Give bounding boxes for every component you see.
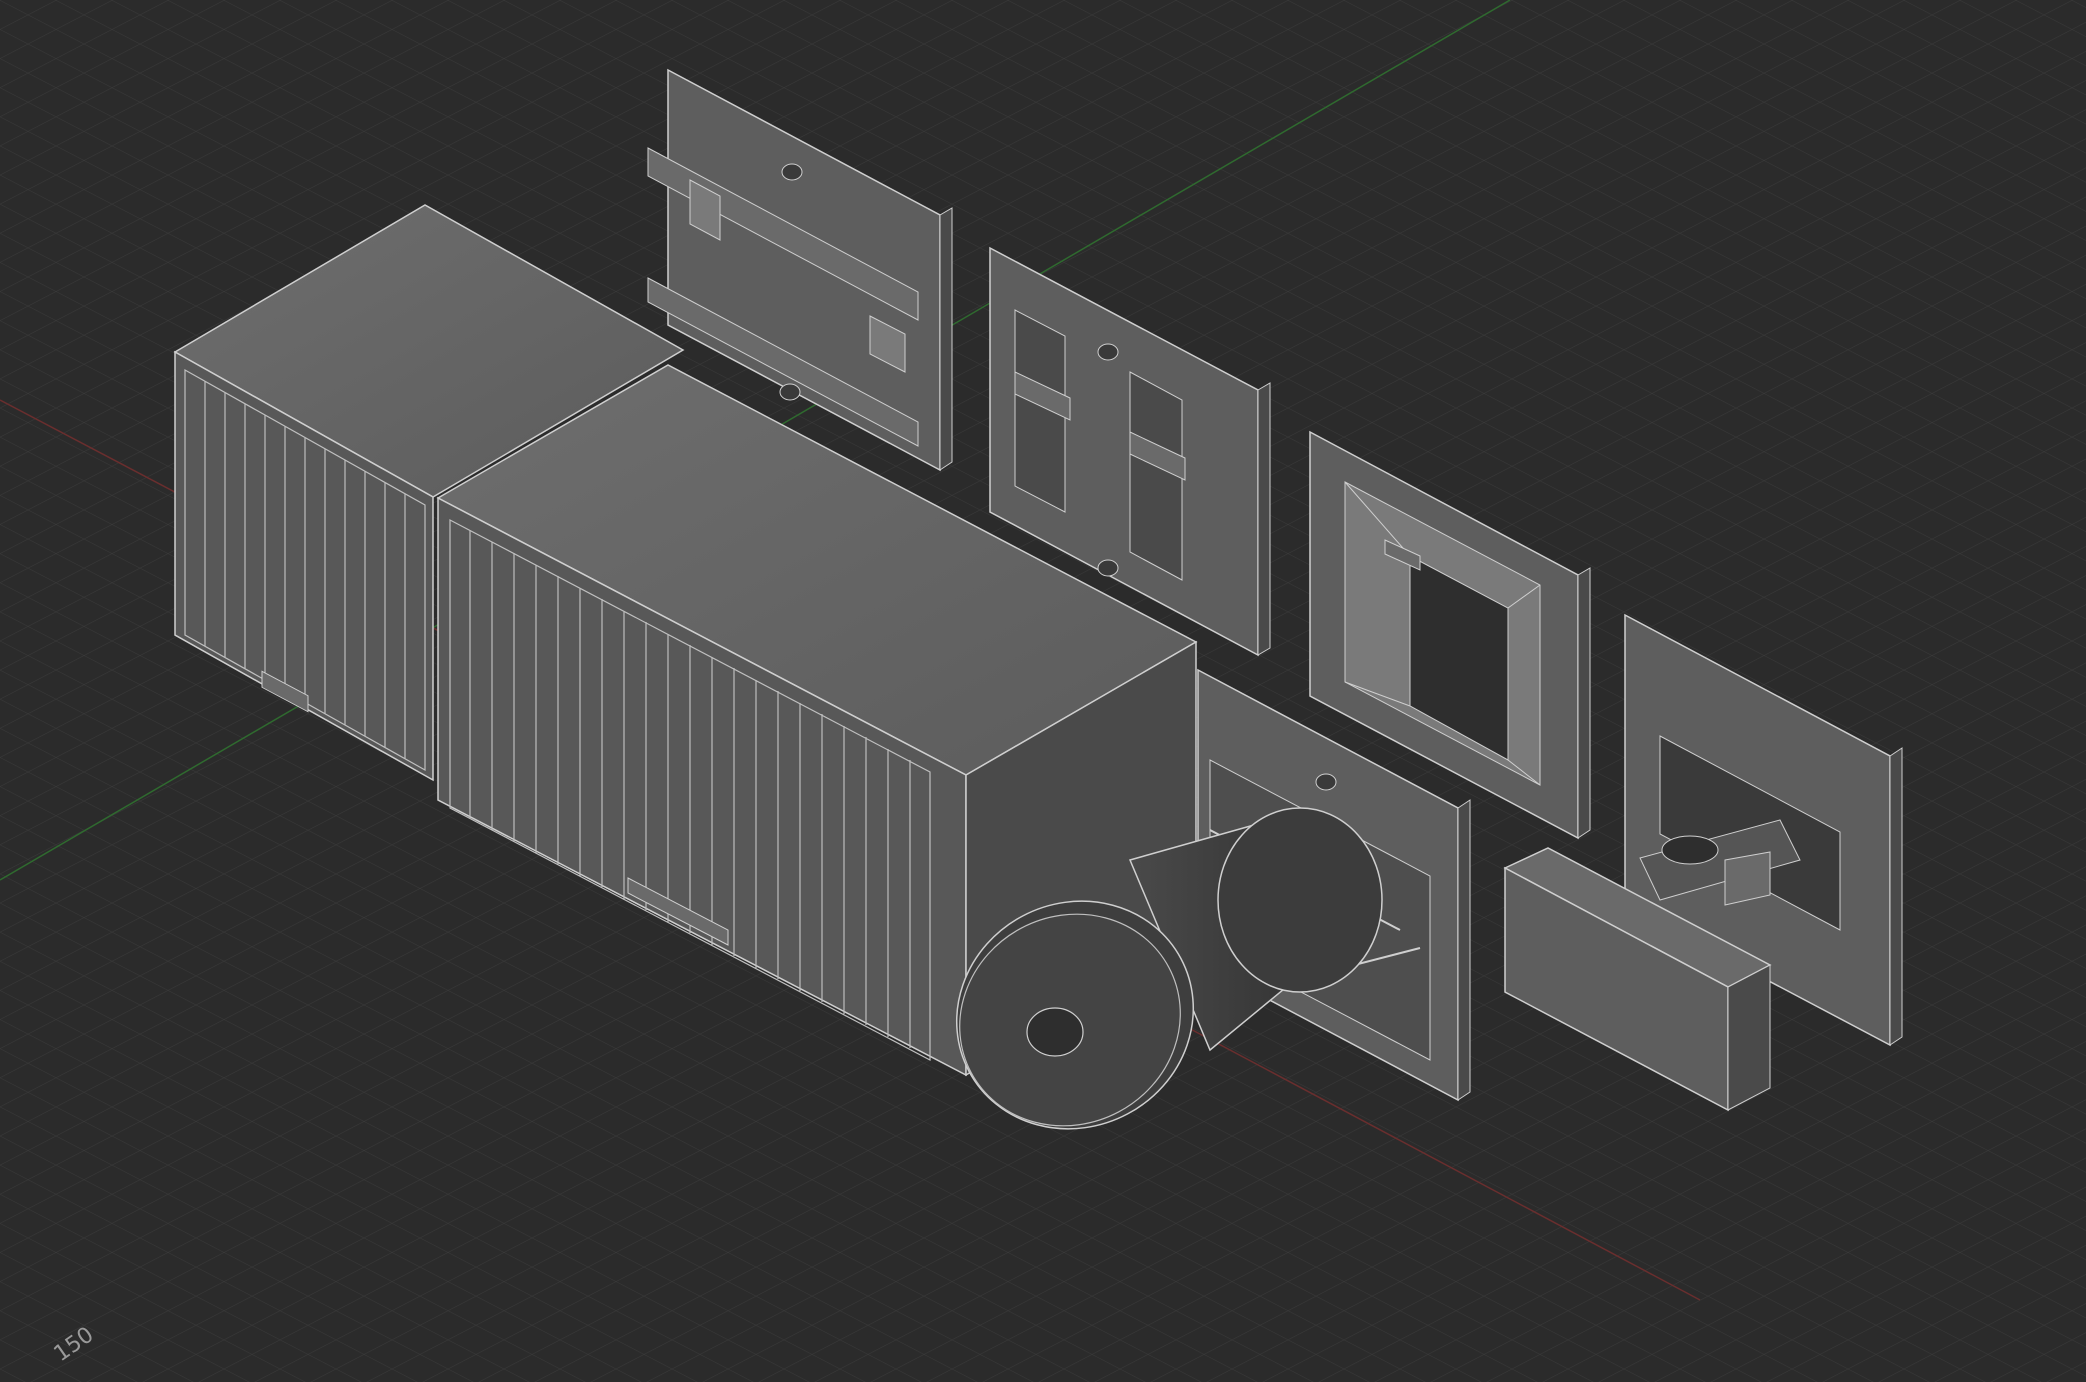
3d-viewport[interactable] bbox=[0, 0, 2086, 1382]
